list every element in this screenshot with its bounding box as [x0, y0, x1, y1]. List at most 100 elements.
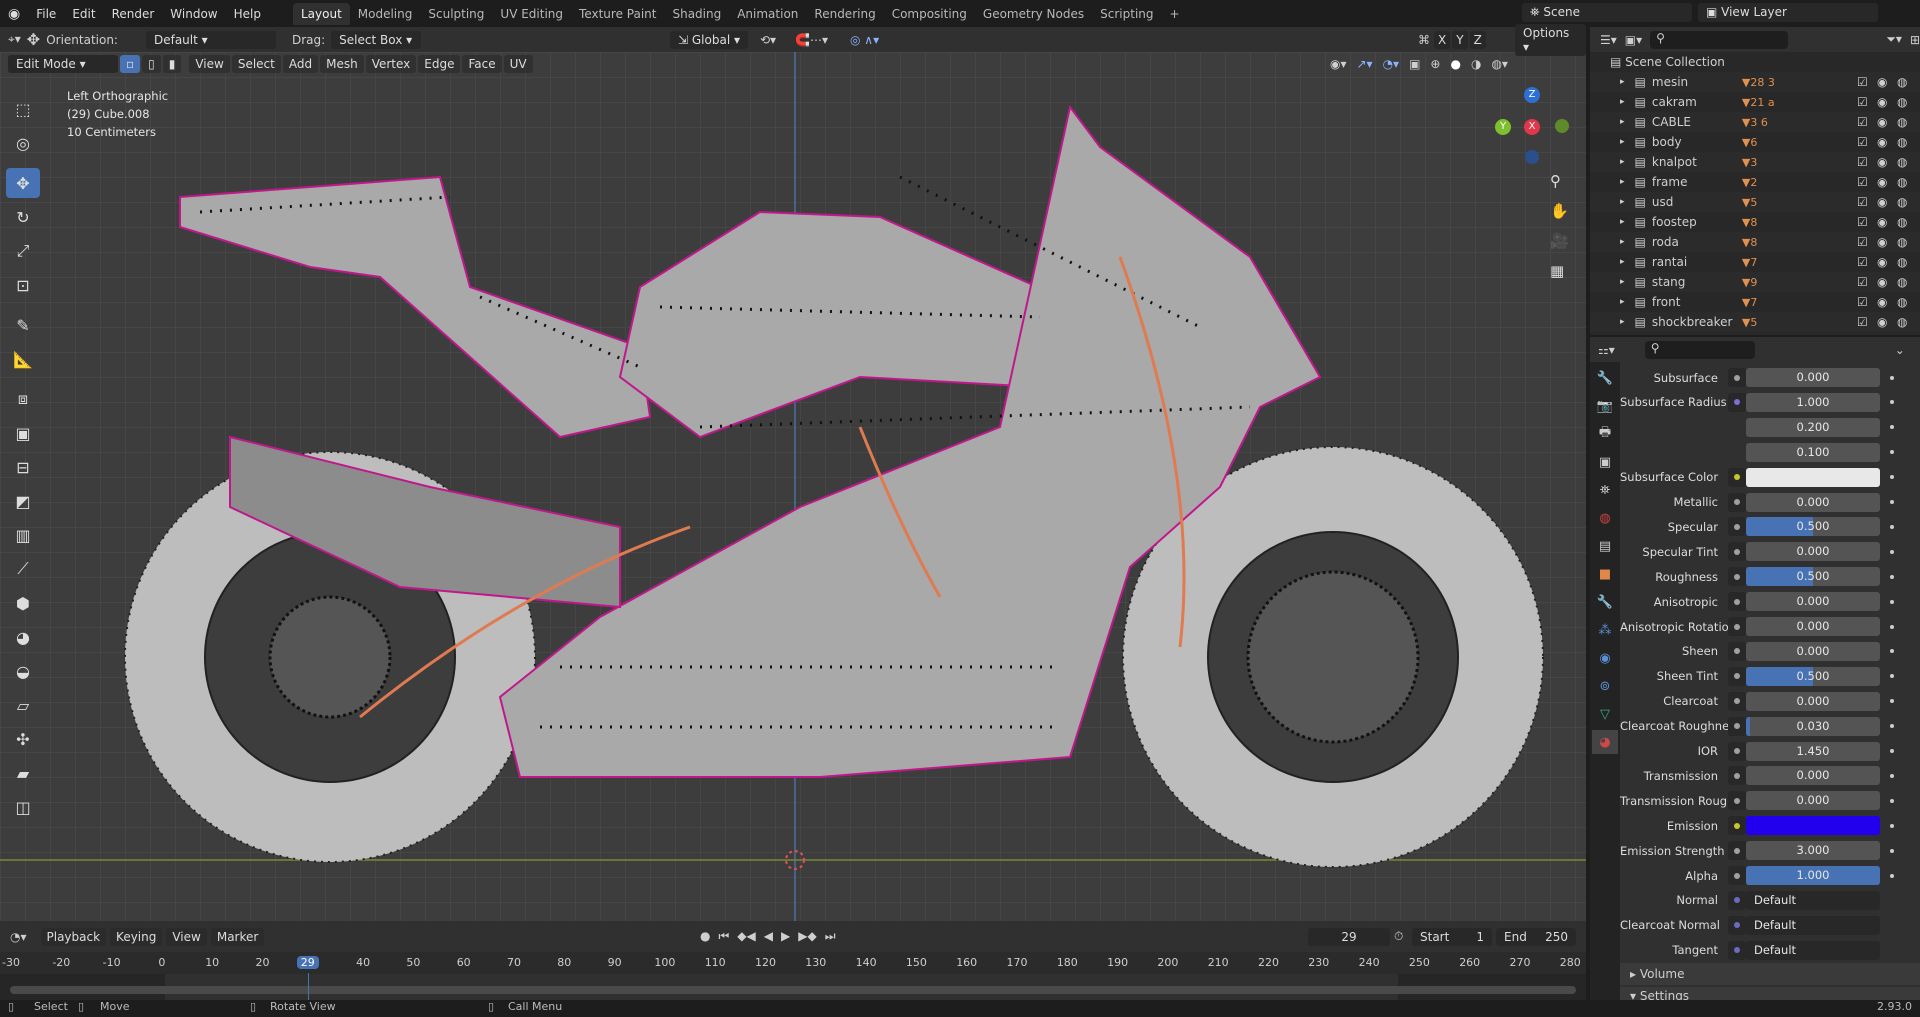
- expand-arrow-icon[interactable]: ▸: [1620, 117, 1625, 127]
- measure-tool-icon[interactable]: 📐: [6, 344, 40, 374]
- exclude-checkbox[interactable]: ☑: [1857, 95, 1868, 109]
- render-camera-icon[interactable]: ◍: [1897, 235, 1907, 249]
- add-workspace-button[interactable]: +: [1162, 3, 1188, 25]
- expand-arrow-icon[interactable]: ▸: [1620, 177, 1625, 187]
- menu-view[interactable]: View: [189, 55, 230, 73]
- collection-tab-icon[interactable]: ▤: [1592, 534, 1618, 558]
- keyframe-dot[interactable]: [1890, 724, 1894, 729]
- keyframe-dot[interactable]: [1890, 749, 1894, 753]
- face-select-button[interactable]: ▮: [162, 55, 182, 73]
- next-keyframe-icon[interactable]: ▶◆: [798, 929, 816, 944]
- value-slider[interactable]: 0.000: [1746, 791, 1880, 811]
- orientation-dropdown[interactable]: Default ▾: [145, 30, 276, 49]
- menu-edge[interactable]: Edge: [418, 55, 461, 73]
- properties-search-input[interactable]: ⚲: [1644, 340, 1755, 359]
- outliner-item-shockbreaker[interactable]: ▸ ▤ shockbreaker ▼5 ☑ ◉ ◍: [1590, 312, 1920, 332]
- expand-arrow-icon[interactable]: ▸: [1620, 77, 1625, 87]
- tab-scripting[interactable]: Scripting: [1092, 3, 1161, 25]
- value-slider[interactable]: 3.000: [1746, 841, 1880, 861]
- visibility-eye-icon[interactable]: ◉: [1877, 255, 1887, 269]
- menu-edit[interactable]: Edit: [64, 7, 103, 21]
- outliner-item-rantai[interactable]: ▸ ▤ rantai ▼7 ☑ ◉ ◍: [1590, 252, 1920, 272]
- mode-dropdown[interactable]: Edit Mode ▾: [8, 55, 118, 73]
- scene-collection[interactable]: ▤ Scene Collection: [1590, 52, 1920, 72]
- exclude-checkbox[interactable]: ☑: [1857, 215, 1868, 229]
- visibility-eye-icon[interactable]: ◉: [1877, 135, 1887, 149]
- shrink-fatten-tool-icon[interactable]: ✣: [6, 724, 40, 754]
- prev-keyframe-icon[interactable]: ◆◀: [737, 929, 755, 944]
- socket-icon[interactable]: [1728, 791, 1746, 811]
- current-frame-indicator[interactable]: 29: [296, 956, 319, 969]
- outliner-item-foostep[interactable]: ▸ ▤ foostep ▼8 ☑ ◉ ◍: [1590, 212, 1920, 232]
- exclude-checkbox[interactable]: ☑: [1857, 135, 1868, 149]
- render-camera-icon[interactable]: ◍: [1897, 255, 1907, 269]
- exclude-checkbox[interactable]: ☑: [1857, 155, 1868, 169]
- render-camera-icon[interactable]: ◍: [1897, 315, 1907, 329]
- socket-icon[interactable]: [1728, 890, 1746, 910]
- editor-type-icon[interactable]: ◔▾: [10, 930, 27, 944]
- expand-arrow-icon[interactable]: ▸: [1620, 157, 1625, 167]
- tab-rendering[interactable]: Rendering: [806, 3, 883, 25]
- render-camera-icon[interactable]: ◍: [1897, 195, 1907, 209]
- tab-geometry-nodes[interactable]: Geometry Nodes: [975, 3, 1092, 25]
- modifier-tab-icon[interactable]: 🔧: [1592, 590, 1618, 614]
- knife-tool-icon[interactable]: ⟋: [6, 554, 40, 584]
- socket-icon[interactable]: [1728, 542, 1746, 562]
- menu-file[interactable]: File: [28, 7, 64, 21]
- grid-toggle-icon[interactable]: ▦: [1550, 262, 1569, 280]
- keyframe-dot[interactable]: [1890, 599, 1894, 604]
- cursor-tool-icon[interactable]: ◎: [6, 128, 40, 158]
- add-cube-tool-icon[interactable]: ⧈: [6, 384, 40, 414]
- socket-icon[interactable]: [1728, 592, 1746, 612]
- blender-logo-icon[interactable]: ◉: [0, 6, 28, 22]
- visibility-eye-icon[interactable]: ◉: [1877, 95, 1887, 109]
- exclude-checkbox[interactable]: ☑: [1857, 315, 1868, 329]
- wireframe-shading-icon[interactable]: ⊕: [1430, 57, 1440, 71]
- outliner-search-input[interactable]: ⚲: [1650, 30, 1789, 49]
- expand-arrow-icon[interactable]: ▸: [1620, 97, 1625, 107]
- link-field[interactable]: Default: [1746, 890, 1880, 910]
- tab-layout[interactable]: Layout: [292, 2, 350, 25]
- pan-hand-icon[interactable]: ✋: [1550, 202, 1569, 220]
- visibility-eye-icon[interactable]: ◉: [1877, 195, 1887, 209]
- mirror-axis-x[interactable]: X: [1434, 30, 1451, 49]
- socket-icon[interactable]: [1728, 741, 1746, 761]
- socket-icon[interactable]: [1728, 567, 1746, 587]
- visibility-eye-icon[interactable]: ◉: [1877, 115, 1887, 129]
- jump-start-icon[interactable]: ⏮: [718, 929, 729, 944]
- render-camera-icon[interactable]: ◍: [1897, 295, 1907, 309]
- loop-cut-tool-icon[interactable]: ▥: [6, 520, 40, 550]
- expand-arrow-icon[interactable]: ▸: [1620, 257, 1625, 267]
- outliner-item-cable[interactable]: ▸ ▤ CABLE ▼3 6 ☑ ◉ ◍: [1590, 112, 1920, 132]
- visibility-eye-icon[interactable]: ◉: [1877, 215, 1887, 229]
- expand-arrow-icon[interactable]: ▸: [1620, 197, 1625, 207]
- color-swatch[interactable]: [1746, 467, 1880, 487]
- timeline-menu-view[interactable]: View: [166, 927, 207, 946]
- annotate-tool-icon[interactable]: ✎: [6, 310, 40, 340]
- object-tab-icon[interactable]: ■: [1592, 562, 1618, 586]
- view-layer-icon[interactable]: ▣▾: [1625, 33, 1642, 47]
- menu-uv[interactable]: UV: [503, 55, 533, 73]
- menu-add[interactable]: Add: [282, 55, 319, 73]
- options-dropdown[interactable]: Options ▾: [1515, 23, 1586, 56]
- data-tab-icon[interactable]: ▽: [1592, 702, 1618, 726]
- exclude-checkbox[interactable]: ☑: [1857, 115, 1868, 129]
- drag-dropdown[interactable]: Select Box ▾: [331, 30, 422, 49]
- expand-arrow-icon[interactable]: ▸: [1620, 137, 1625, 147]
- timeline-menu-playback[interactable]: Playback: [40, 927, 107, 946]
- keyframe-dot[interactable]: [1890, 798, 1894, 803]
- snap-icon[interactable]: 🧲⋯▾: [795, 33, 828, 47]
- keyframe-dot[interactable]: [1890, 873, 1894, 878]
- pivot-icon[interactable]: ⟲▾: [760, 33, 776, 47]
- render-camera-icon[interactable]: ◍: [1897, 75, 1907, 89]
- menu-select[interactable]: Select: [231, 55, 281, 73]
- scale-tool-icon[interactable]: ⤢: [6, 236, 40, 266]
- link-field[interactable]: Default: [1746, 940, 1880, 960]
- gizmo-x-axis[interactable]: X: [1524, 119, 1540, 135]
- tab-animation[interactable]: Animation: [729, 3, 806, 25]
- exclude-checkbox[interactable]: ☑: [1857, 235, 1868, 249]
- select-box-tool-icon[interactable]: ⬚: [6, 94, 40, 124]
- physics-tab-icon[interactable]: ◉: [1592, 646, 1618, 670]
- keyframe-dot[interactable]: [1890, 400, 1894, 405]
- visibility-eye-icon[interactable]: ◉: [1877, 275, 1887, 289]
